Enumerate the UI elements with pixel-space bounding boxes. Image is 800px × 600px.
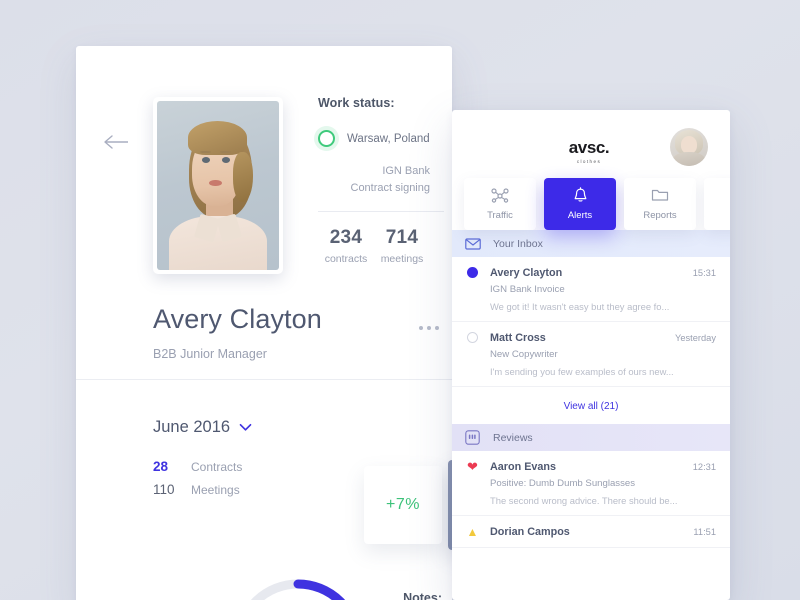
tab-label: Traffic bbox=[487, 210, 513, 221]
warning-icon: ▲ bbox=[466, 524, 479, 539]
section-title: Reviews bbox=[493, 431, 533, 444]
work-status-stats: 234 contracts 714 meetings bbox=[318, 227, 430, 265]
read-bullet-icon bbox=[466, 331, 479, 344]
view-all-link[interactable]: View all (21) bbox=[564, 401, 619, 412]
period-label: June 2016 bbox=[153, 418, 231, 436]
profile-name-block: Avery Clayton B2B Junior Manager bbox=[153, 304, 443, 361]
work-status-section: Work status: Warsaw, Poland IGN Bank Con… bbox=[318, 96, 444, 265]
message-preview: We got it! It wasn't easy but they agree… bbox=[490, 301, 670, 312]
section-header-inbox: Your Inbox bbox=[452, 230, 730, 257]
avatar[interactable] bbox=[670, 128, 708, 166]
folder-icon bbox=[651, 187, 669, 203]
message-subject: IGN Bank Invoice bbox=[490, 284, 565, 295]
envelope-icon bbox=[464, 235, 481, 252]
divider bbox=[76, 379, 452, 380]
brand-logo: avsc. clothes bbox=[552, 138, 626, 164]
screen-root: Work status: Warsaw, Poland IGN Bank Con… bbox=[0, 0, 800, 600]
message-preview: I'm sending you few examples of ours new… bbox=[490, 366, 674, 377]
list-item[interactable]: Avery Clayton 15:31 IGN Bank Invoice We … bbox=[452, 257, 730, 322]
tab-partial[interactable]: C bbox=[704, 178, 730, 230]
stat-label: contracts bbox=[324, 253, 368, 265]
period-stat-value: 28 bbox=[153, 459, 169, 474]
chevron-down-icon bbox=[239, 419, 252, 437]
panel-tabs: Traffic Alerts Reports bbox=[452, 178, 730, 230]
profile-role: B2B Junior Manager bbox=[153, 347, 267, 361]
panel-header: avsc. clothes bbox=[452, 110, 730, 178]
review-preview: The second wrong advice. There should be… bbox=[490, 495, 678, 506]
period-stat-label: Meetings bbox=[191, 483, 240, 497]
list-item[interactable]: Matt Cross Yesterday New Copywriter I'm … bbox=[452, 322, 730, 387]
message-subject: New Copywriter bbox=[490, 349, 558, 360]
notes-title: Notes: bbox=[403, 591, 442, 600]
work-status-client: IGN Bank bbox=[382, 165, 430, 177]
period-stat-value: 110 bbox=[153, 482, 175, 497]
period-stat-label: Contracts bbox=[191, 460, 243, 474]
tab-label: Alerts bbox=[567, 210, 593, 221]
traffic-nodes-icon bbox=[491, 187, 509, 203]
section-title: Your Inbox bbox=[493, 237, 543, 250]
profile-card: Work status: Warsaw, Poland IGN Bank Con… bbox=[76, 46, 452, 600]
list-item[interactable]: ❤ Aaron Evans 12:31 Positive: Dumb Dumb … bbox=[452, 451, 730, 516]
divider bbox=[318, 211, 444, 212]
back-arrow-icon[interactable] bbox=[102, 132, 132, 152]
unread-bullet-icon bbox=[466, 266, 479, 279]
period-stat-row: 110 Meetings bbox=[153, 482, 252, 497]
percent-change-value: +7% bbox=[386, 496, 420, 513]
more-dots-icon[interactable] bbox=[419, 326, 439, 330]
heart-icon: ❤ bbox=[467, 459, 478, 474]
section-header-reviews: Reviews bbox=[452, 424, 730, 451]
work-status-activity: Contract signing bbox=[350, 182, 431, 194]
stat-meetings: 714 meetings bbox=[374, 227, 430, 265]
profile-photo bbox=[153, 97, 283, 274]
message-time: 15:31 bbox=[692, 267, 716, 278]
work-status-title: Work status: bbox=[318, 96, 395, 110]
review-author: Aaron Evans bbox=[490, 460, 557, 473]
period-selector[interactable]: June 2016 bbox=[153, 418, 252, 437]
work-status-location: Warsaw, Poland bbox=[347, 132, 430, 145]
bell-icon bbox=[572, 186, 589, 203]
status-ring-icon bbox=[318, 130, 335, 147]
page-title: Avery Clayton bbox=[153, 304, 322, 334]
review-subject: Positive: Dumb Dumb Sunglasses bbox=[490, 478, 636, 489]
list-item[interactable]: ▲ Dorian Campos 11:51 bbox=[452, 516, 730, 548]
tab-reports[interactable]: Reports bbox=[624, 178, 696, 230]
review-time: 11:51 bbox=[693, 526, 716, 537]
period-stats: 28 Contracts 110 Meetings bbox=[153, 459, 252, 497]
period-stat-row: 28 Contracts bbox=[153, 459, 252, 474]
tab-label: Reports bbox=[643, 210, 677, 221]
brand-logo-sub: clothes bbox=[576, 159, 602, 164]
stat-contracts: 234 contracts bbox=[318, 227, 374, 265]
message-sender: Matt Cross bbox=[490, 331, 546, 344]
period-section: June 2016 28 Contracts 110 Meetings bbox=[153, 418, 252, 505]
stat-value: 234 bbox=[329, 227, 363, 248]
stat-value: 714 bbox=[385, 227, 419, 248]
view-all-row: View all (21) bbox=[452, 387, 730, 424]
stat-label: meetings bbox=[380, 253, 424, 265]
tab-alerts[interactable]: Alerts bbox=[544, 178, 616, 230]
notes-section: Notes: Ready for promotion bbox=[292, 591, 442, 600]
percent-change-card: +7% bbox=[364, 466, 442, 544]
tab-traffic[interactable]: Traffic bbox=[464, 178, 536, 230]
message-sender: Avery Clayton bbox=[490, 266, 563, 279]
quote-icon bbox=[464, 429, 481, 446]
review-author: Dorian Campos bbox=[490, 525, 570, 538]
activity-panel: avsc. clothes Traffic Alerts Reports You… bbox=[452, 110, 730, 600]
review-time: 12:31 bbox=[692, 461, 716, 472]
brand-logo-main: avsc. bbox=[568, 138, 610, 157]
work-status-location-row: Warsaw, Poland bbox=[318, 130, 430, 147]
message-time: Yesterday bbox=[674, 332, 716, 343]
